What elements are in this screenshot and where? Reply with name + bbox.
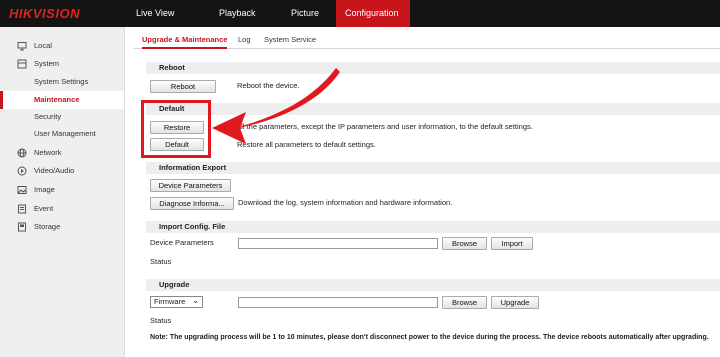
hikvision-logo: HIKVISION — [9, 6, 80, 21]
nav-playback[interactable]: Playback — [197, 0, 281, 27]
sidebar-item-network[interactable]: Network — [0, 144, 124, 162]
upgrade-type-select[interactable]: Firmware ⌄ — [150, 296, 203, 308]
sidebar-item-label: Image — [34, 185, 55, 194]
restore-description: all the parameters, except the IP parame… — [237, 122, 533, 131]
diagnose-information-button[interactable]: Diagnose Informa... — [150, 197, 234, 210]
upgrade-button[interactable]: Upgrade — [491, 296, 539, 309]
upgrade-browse-button[interactable]: Browse — [442, 296, 487, 309]
nav-configuration[interactable]: Configuration — [336, 0, 410, 27]
import-status-label: Status — [150, 257, 172, 266]
video-icon — [17, 166, 27, 176]
sidebar-item-storage[interactable]: Storage — [0, 218, 124, 236]
import-file-path-input[interactable] — [238, 238, 438, 249]
upgrade-type-value: Firmware — [154, 297, 186, 306]
sidebar-item-event[interactable]: Event — [0, 200, 124, 218]
sidebar-item-label: Event — [34, 204, 54, 213]
chevron-down-icon: ⌄ — [192, 296, 199, 305]
sidebar-item-maintenance[interactable]: Maintenance — [0, 91, 124, 109]
tab-log[interactable]: Log — [238, 33, 251, 49]
section-import-config-title: Import Config. File — [146, 221, 720, 233]
tab-bar: Upgrade & Maintenance Log System Service — [133, 33, 720, 49]
monitor-icon — [17, 41, 27, 51]
nav-live-view[interactable]: Live View — [125, 0, 197, 27]
sidebar-item-system[interactable]: System — [0, 55, 124, 73]
upgrade-note: Note: The upgrading process will be 1 to… — [150, 334, 709, 341]
upgrade-file-path-input[interactable] — [238, 297, 438, 308]
sidebar-item-system-settings[interactable]: System Settings — [0, 73, 124, 91]
tab-upgrade-maintenance[interactable]: Upgrade & Maintenance — [142, 33, 228, 49]
section-information-export-title: Information Export — [146, 162, 720, 174]
event-icon — [17, 204, 27, 214]
reboot-description: Reboot the device. — [237, 81, 300, 90]
sidebar-item-label: Storage — [34, 222, 61, 231]
section-reboot-title: Reboot — [146, 62, 720, 74]
storage-icon — [17, 222, 27, 232]
import-device-parameters-label: Device Parameters — [150, 238, 214, 247]
sidebar-item-label: System Settings — [34, 77, 89, 86]
system-icon — [17, 59, 27, 69]
upgrade-status-label: Status — [150, 316, 172, 325]
annotation-highlight-box — [141, 100, 211, 158]
device-parameters-button[interactable]: Device Parameters — [150, 179, 231, 192]
top-bar: HIKVISION Live View Playback Picture Con… — [0, 0, 720, 27]
sidebar-item-user-management[interactable]: User Management — [0, 125, 124, 143]
image-icon — [17, 185, 27, 195]
nav-picture[interactable]: Picture — [281, 0, 336, 27]
sidebar-item-local[interactable]: Local — [0, 37, 124, 55]
sidebar-item-label: System — [34, 59, 60, 68]
top-nav: Live View Playback Picture Configuration — [125, 0, 410, 27]
tab-system-service[interactable]: System Service — [264, 33, 316, 49]
sidebar-item-label: Security — [34, 112, 62, 121]
sidebar: Local System System Settings Maintenance… — [0, 27, 125, 357]
section-default-title: Default — [146, 103, 720, 115]
import-button[interactable]: Import — [491, 237, 533, 250]
section-upgrade-title: Upgrade — [146, 279, 720, 291]
reboot-button[interactable]: Reboot — [150, 80, 216, 93]
sidebar-item-image[interactable]: Image — [0, 181, 124, 199]
sidebar-item-label: Local — [34, 41, 52, 50]
diagnose-description: Download the log, system information and… — [238, 198, 453, 207]
sidebar-item-video-audio[interactable]: Video/Audio — [0, 162, 124, 180]
sidebar-item-label: Maintenance — [34, 95, 80, 104]
sidebar-item-label: Network — [34, 148, 62, 157]
globe-icon — [17, 148, 27, 158]
sidebar-item-label: Video/Audio — [34, 166, 75, 175]
import-browse-button[interactable]: Browse — [442, 237, 487, 250]
sidebar-item-label: User Management — [34, 129, 96, 138]
sidebar-item-security[interactable]: Security — [0, 108, 124, 126]
default-description: Restore all parameters to default settin… — [237, 140, 376, 149]
